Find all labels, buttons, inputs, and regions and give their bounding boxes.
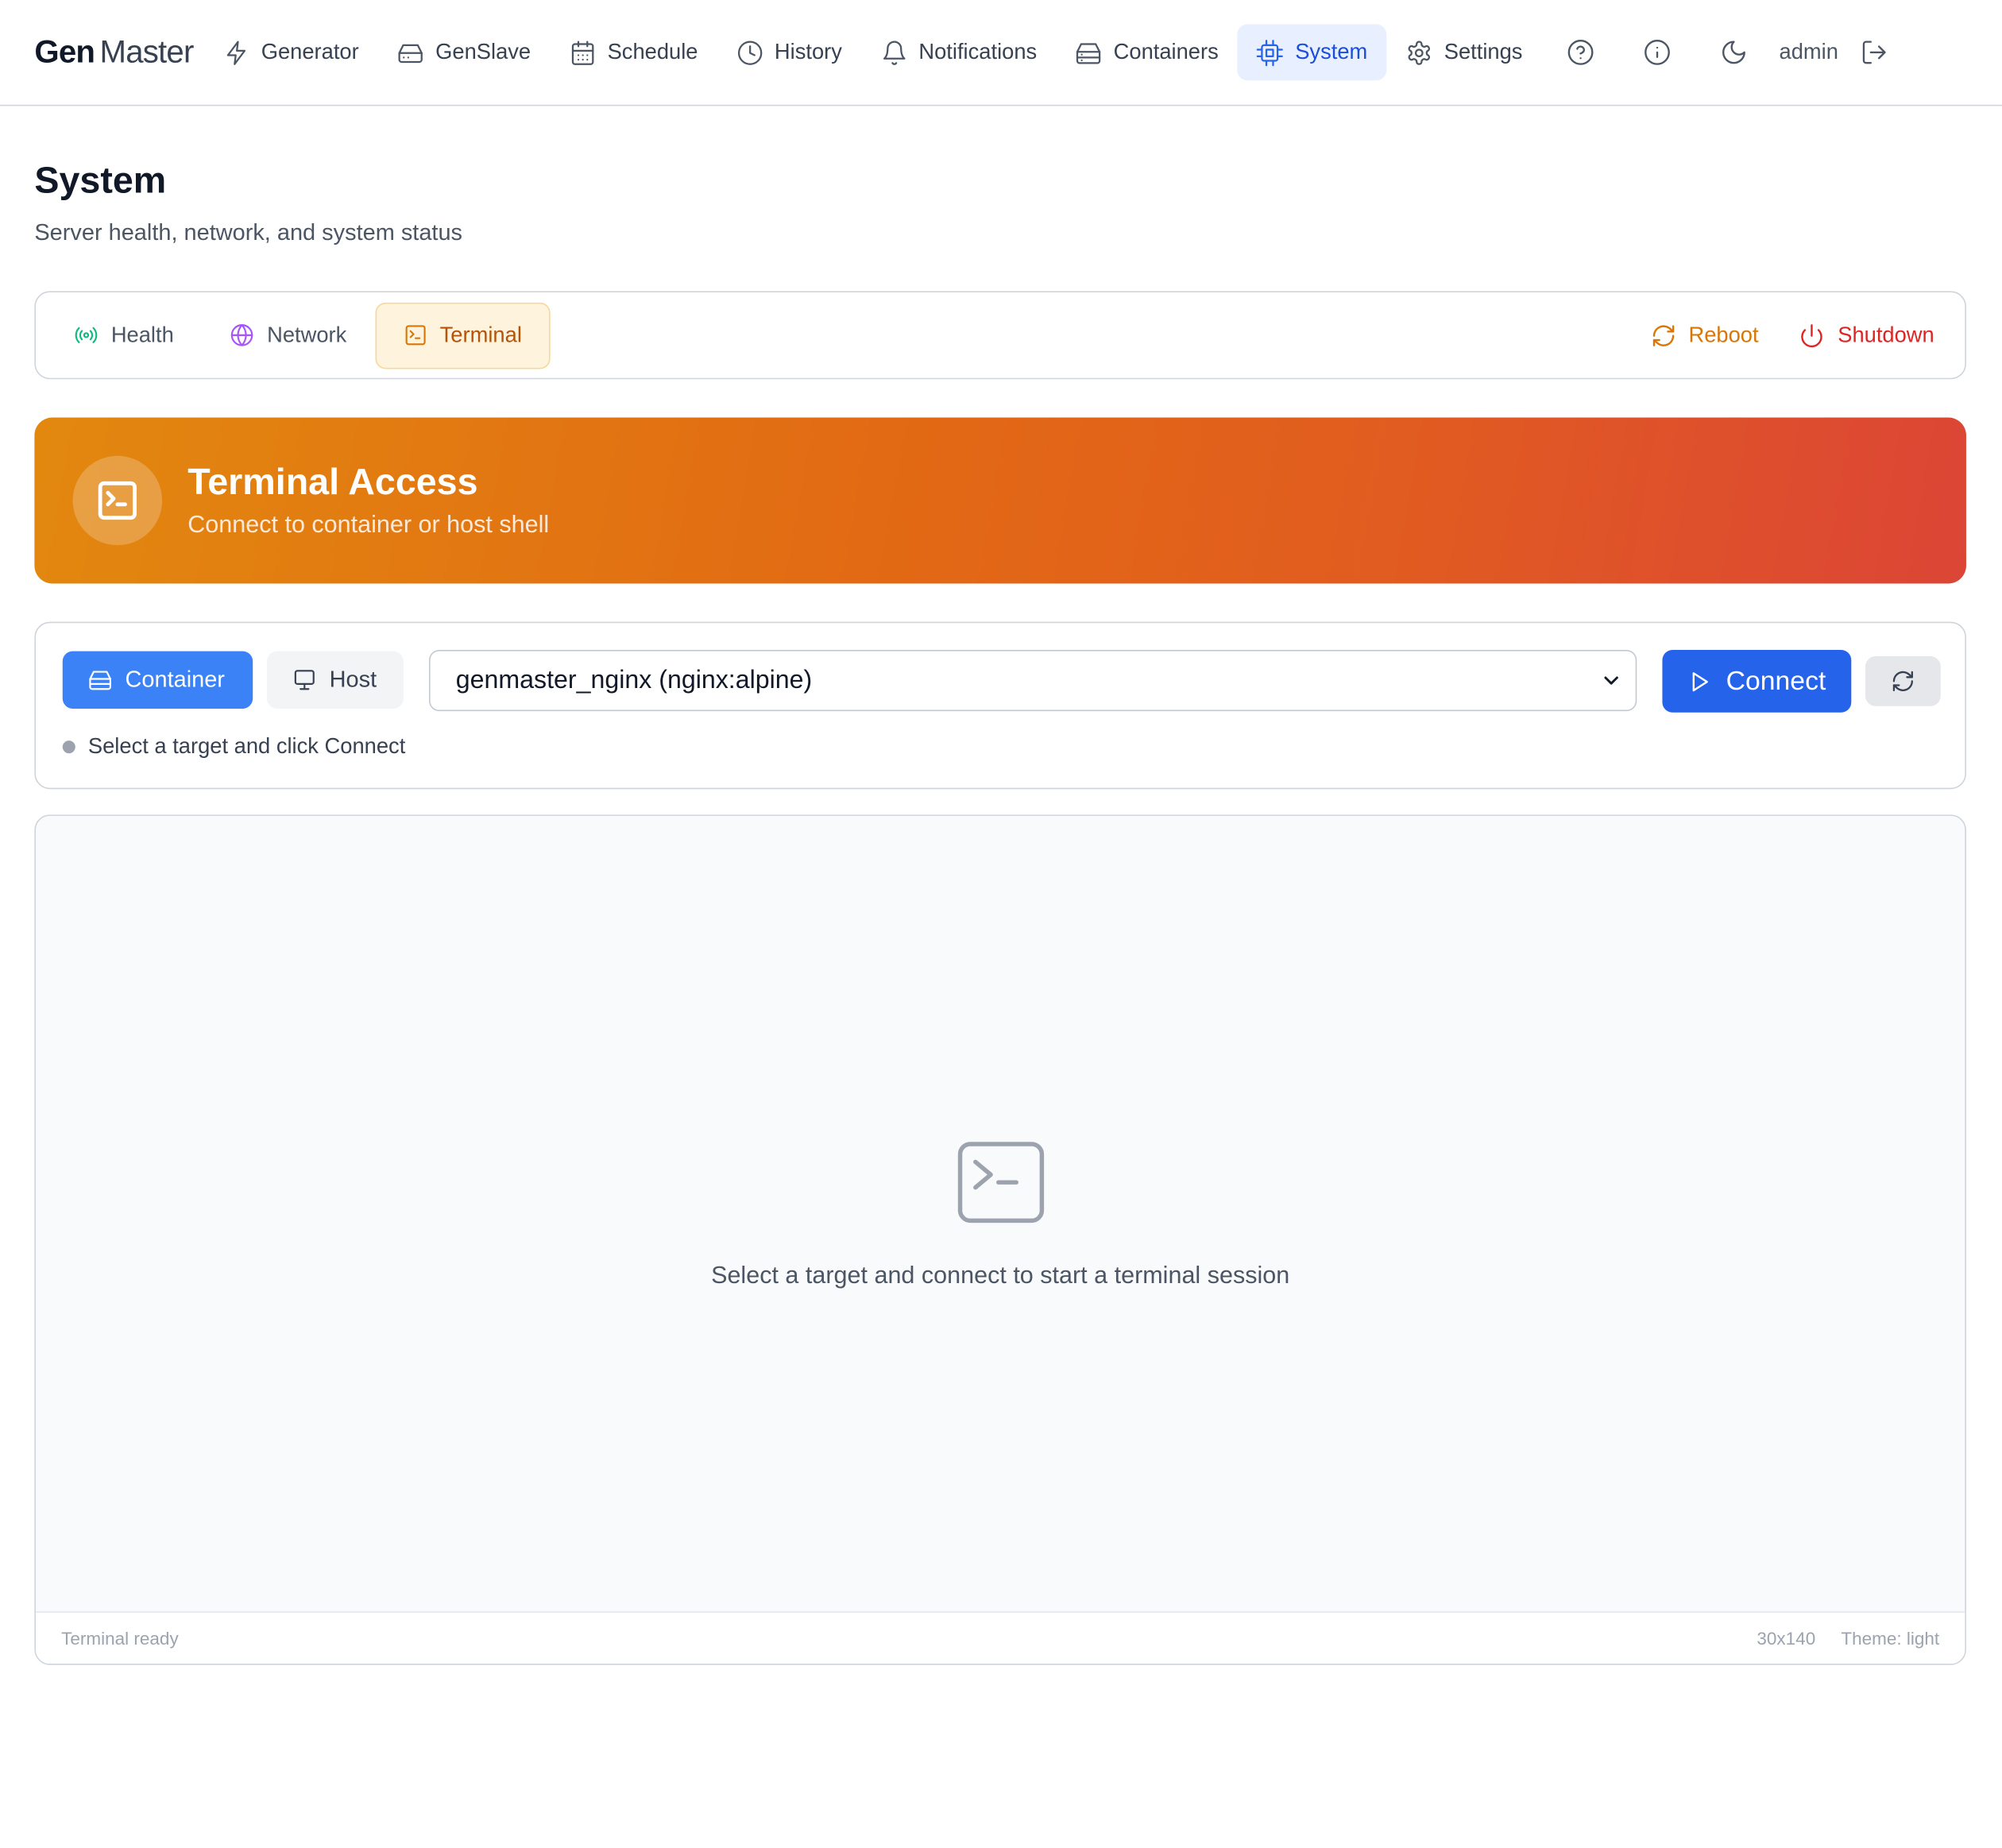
nav-item-label: Notifications xyxy=(918,39,1038,64)
hard-drive-icon xyxy=(398,43,423,63)
nav-item-label: Containers xyxy=(1113,39,1219,64)
tab-network[interactable]: Network xyxy=(202,302,375,369)
moon-icon xyxy=(1722,41,1745,64)
tab-label: Network xyxy=(267,322,347,347)
zap-icon xyxy=(226,40,245,65)
terminal-access-banner: Terminal Access Connect to container or … xyxy=(34,417,1966,584)
server-icon xyxy=(1076,42,1101,64)
status-dot xyxy=(62,740,75,754)
radio-signal-icon xyxy=(75,327,98,343)
nav-item-notifications[interactable]: Notifications xyxy=(861,25,1056,81)
brand-name-bold: Gen xyxy=(34,33,95,70)
terminal-footer-status: Terminal ready xyxy=(61,1628,179,1649)
terminal-dimensions: 30x140 xyxy=(1757,1628,1816,1649)
nav-item-generator[interactable]: Generator xyxy=(203,25,377,81)
nav-item-genslave[interactable]: GenSlave xyxy=(378,25,550,81)
refresh-icon xyxy=(1652,324,1674,346)
logout-button[interactable] xyxy=(1846,25,1903,81)
terminal-icon xyxy=(98,481,137,520)
target-select-value: genmaster_nginx (nginx:alpine) xyxy=(455,666,813,694)
nav-item-label: Generator xyxy=(261,39,359,64)
mode-container-label: Container xyxy=(125,666,225,693)
nav-item-schedule[interactable]: Schedule xyxy=(550,25,717,81)
monitor-icon xyxy=(294,670,315,690)
info-icon xyxy=(1644,39,1670,65)
terminal-footer: Terminal ready 30x140 Theme: light xyxy=(35,1611,1965,1664)
nav-item-label: History xyxy=(774,39,842,64)
power-icon xyxy=(1801,323,1823,347)
nav-item-system[interactable]: System xyxy=(1237,24,1387,81)
mode-host-button[interactable]: Host xyxy=(266,651,404,709)
terminal-window[interactable]: Select a target and connect to start a t… xyxy=(34,814,1966,1665)
theme-toggle-button[interactable] xyxy=(1705,25,1761,81)
tab-health[interactable]: Health xyxy=(46,302,202,369)
refresh-icon xyxy=(1892,671,1913,691)
banner-subtitle: Connect to container or host shell xyxy=(187,511,550,539)
help-circle-icon xyxy=(1567,39,1593,65)
user-name: admin xyxy=(1779,39,1838,64)
nav-item-containers[interactable]: Containers xyxy=(1056,25,1238,81)
logout-icon xyxy=(1862,41,1886,64)
terminal-body[interactable]: Select a target and connect to start a t… xyxy=(36,816,1965,1613)
tab-terminal[interactable]: Terminal xyxy=(374,302,551,369)
info-button[interactable] xyxy=(1629,25,1685,81)
terminal-theme: Theme: light xyxy=(1841,1628,1940,1649)
connect-label: Connect xyxy=(1726,666,1826,696)
calendar-icon xyxy=(571,40,594,65)
cpu-icon xyxy=(1257,39,1284,66)
shutdown-label: Shutdown xyxy=(1838,322,1934,347)
terminal-icon xyxy=(957,1142,1045,1224)
nav-item-label: Schedule xyxy=(607,39,698,64)
terminal-controls-panel: Container Host genmaster_nginx (nginx:al… xyxy=(34,621,1966,790)
chevron-down-icon xyxy=(1600,669,1623,692)
help-button[interactable] xyxy=(1552,25,1608,81)
gear-icon xyxy=(1408,40,1431,64)
brand-name-light: Master xyxy=(99,33,195,70)
status-text: Select a target and click Connect xyxy=(87,734,406,759)
banner-text: Terminal Access Connect to container or … xyxy=(187,462,549,539)
refresh-targets-button[interactable] xyxy=(1865,656,1941,706)
mode-host-label: Host xyxy=(329,666,377,693)
terminal-icon xyxy=(404,325,425,346)
system-tab-bar: Health Network Terminal Reboot Shutdown xyxy=(34,291,1966,380)
page-title: System xyxy=(34,160,167,202)
nav-item-label: GenSlave xyxy=(435,39,531,64)
banner-icon-circle xyxy=(72,455,163,546)
server-icon xyxy=(89,671,111,690)
globe-icon xyxy=(230,324,253,346)
page-subtitle: Server health, network, and system statu… xyxy=(34,219,463,245)
nav-item-history[interactable]: History xyxy=(717,25,861,81)
top-navbar: Gen Master Generator GenSlave Schedule H… xyxy=(0,0,2002,106)
brand-logo[interactable]: Gen Master xyxy=(34,33,195,72)
bell-icon xyxy=(883,40,905,65)
mode-container-button[interactable]: Container xyxy=(62,651,253,709)
target-select[interactable]: genmaster_nginx (nginx:alpine) xyxy=(428,650,1637,712)
tab-label: Terminal xyxy=(439,322,522,347)
reboot-label: Reboot xyxy=(1688,322,1759,347)
terminal-empty-message: Select a target and connect to start a t… xyxy=(711,1262,1290,1290)
play-icon xyxy=(1692,671,1708,691)
nav-item-label: System xyxy=(1295,39,1368,64)
tab-label: Health xyxy=(110,322,174,347)
nav-item-settings[interactable]: Settings xyxy=(1386,25,1541,81)
nav-item-label: Settings xyxy=(1444,39,1523,64)
shutdown-button[interactable]: Shutdown xyxy=(1779,307,1954,364)
connect-button[interactable]: Connect xyxy=(1662,650,1852,713)
reboot-button[interactable]: Reboot xyxy=(1630,307,1780,364)
banner-title: Terminal Access xyxy=(187,461,478,503)
connection-status: Select a target and click Connect xyxy=(62,734,406,760)
clock-icon xyxy=(737,40,762,65)
